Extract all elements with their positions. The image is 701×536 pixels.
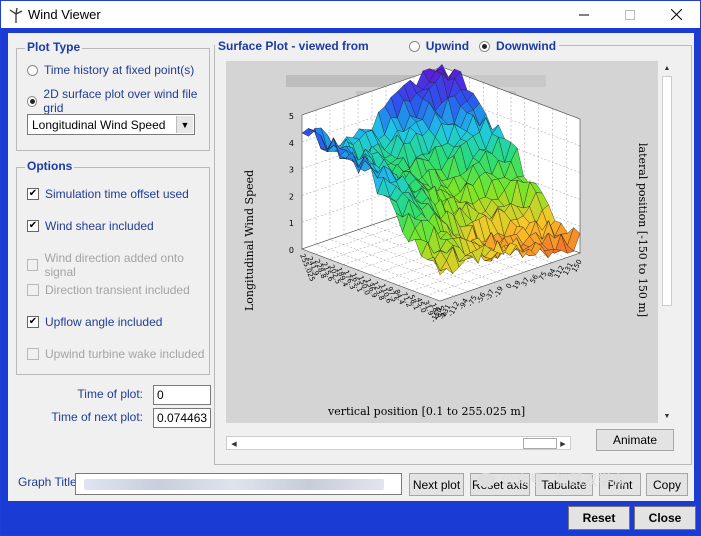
radio-downwind-indicator[interactable]	[479, 40, 491, 52]
z-tick-label: 5	[289, 112, 294, 121]
time-of-next-plot-label: Time of next plot:	[51, 410, 143, 424]
time-of-plot-label: Time of plot:	[77, 387, 143, 401]
check-direction-transient-label: Direction transient included	[45, 283, 190, 297]
reset-button[interactable]: Reset	[568, 506, 630, 530]
check-direction-transient-box	[27, 284, 39, 296]
horizontal-scroll-track[interactable]	[241, 439, 521, 448]
z-axis-label: Longitudinal Wind Speed	[243, 170, 256, 311]
scroll-up-icon[interactable]: ▲	[660, 61, 674, 75]
check-turbine-wake-box	[27, 348, 39, 360]
check-upflow-angle-label: Upflow angle included	[45, 315, 163, 329]
radio-upwind-indicator[interactable]	[408, 40, 420, 52]
title-bar: Wind Viewer	[1, 1, 700, 28]
vertical-scrollbar[interactable]: ▲ ▼	[660, 61, 674, 423]
radio-time-history[interactable]: Time history at fixed point(s)	[27, 63, 194, 77]
radio-time-history-label: Time history at fixed point(s)	[44, 63, 195, 77]
maximize-icon	[625, 9, 635, 20]
options-title: Options	[25, 159, 75, 173]
graph-title-redacted	[84, 479, 384, 490]
radio-surface-plot[interactable]: 2D surface plot over wind file grid	[27, 87, 209, 115]
time-of-next-plot-field[interactable]: 0.074463	[153, 408, 211, 428]
horizontal-scrollbar[interactable]: ◀ ▶	[226, 436, 571, 450]
y-tick-label: -19	[493, 285, 505, 299]
check-turbine-wake-label: Upwind turbine wake included	[45, 347, 205, 361]
minimize-icon	[579, 14, 589, 15]
scroll-left-icon[interactable]: ◀	[227, 437, 241, 451]
copy-button[interactable]: Copy	[646, 473, 688, 496]
plot-type-title: Plot Type	[25, 40, 83, 54]
client-area: Plot Type Time history at fixed point(s)…	[8, 33, 694, 501]
animate-button[interactable]: Animate	[596, 429, 674, 451]
check-upflow-angle-box: ✔	[27, 316, 39, 328]
scroll-down-icon[interactable]: ▼	[660, 409, 674, 423]
check-direction-transient[interactable]: Direction transient included	[27, 283, 190, 297]
z-tick-label: 4	[289, 139, 294, 148]
surface-plot-header: Surface Plot - viewed from Upwind Downwi…	[215, 38, 560, 54]
chevron-down-icon[interactable]: ▼	[176, 116, 193, 133]
z-axis-ticks: 0 1 2 3 4 5	[289, 112, 294, 255]
radio-downwind-label[interactable]: Downwind	[496, 39, 556, 53]
z-tick-label: 3	[289, 166, 294, 175]
maximize-button[interactable]	[607, 1, 653, 28]
y-axis-label: lateral position [-150 to 150 m]	[636, 143, 649, 317]
radio-surface-plot-label: 2D surface plot over wind file grid	[43, 87, 198, 115]
check-upflow-angle[interactable]: ✔ Upflow angle included	[27, 315, 162, 329]
quantity-select[interactable]: Longitudinal Wind Speed ▼	[27, 114, 195, 135]
time-of-plot-field[interactable]: 0	[153, 385, 211, 405]
plot-type-group: Plot Type Time history at fixed point(s)…	[16, 40, 210, 151]
check-time-offset-box: ✔	[27, 188, 39, 200]
wind-turbine-icon	[9, 7, 23, 23]
radio-surface-plot-indicator	[27, 95, 38, 107]
surface-plot-svg: 012345 255.025241.9228.8215.6202.5189.41…	[243, 64, 649, 418]
check-turbine-wake[interactable]: Upwind turbine wake included	[27, 347, 204, 361]
surface-plot-canvas[interactable]: 012345 255.025 241.9 228.8 215.6 202.5 189.4 1…	[226, 61, 658, 423]
check-time-offset[interactable]: ✔ Simulation time offset used	[27, 187, 189, 201]
graph-title-label: Graph Title	[18, 475, 77, 489]
z-tick-label: 0	[289, 246, 294, 255]
close-button[interactable]: Close	[634, 506, 696, 530]
check-wind-direction[interactable]: Wind direction added onto signal	[27, 251, 209, 279]
z-tick-label: 1	[289, 219, 294, 228]
radio-time-history-indicator	[27, 64, 38, 76]
options-group: Options ✔ Simulation time offset used ✔ …	[16, 159, 210, 375]
vertical-scroll-thumb[interactable]	[662, 76, 672, 306]
wechat-icon	[477, 473, 495, 487]
check-wind-shear-label: Wind shear included	[45, 219, 154, 233]
check-wind-direction-label: Wind direction added onto signal	[44, 251, 184, 279]
radio-upwind-label[interactable]: Upwind	[426, 39, 469, 53]
check-wind-shear[interactable]: ✔ Wind shear included	[27, 219, 154, 233]
x-axis-label: vertical position [0.1 to 255.025 m]	[327, 405, 525, 418]
check-wind-shear-box: ✔	[27, 220, 39, 232]
surface-plot-title: Surface Plot - viewed from	[218, 39, 369, 53]
horizontal-scroll-thumb[interactable]	[523, 438, 557, 449]
app-window: Wind Viewer Plot Type Time history at fi…	[0, 0, 701, 536]
quantity-select-value: Longitudinal Wind Speed	[32, 118, 166, 132]
y-tick-label: 150	[570, 258, 583, 274]
scroll-right-icon[interactable]: ▶	[556, 437, 570, 451]
close-window-button[interactable]	[653, 1, 699, 28]
graph-title-input[interactable]	[75, 473, 402, 495]
window-title: Wind Viewer	[28, 7, 101, 22]
check-wind-direction-box	[27, 259, 39, 271]
z-tick-label: 2	[289, 192, 294, 201]
next-plot-button[interactable]: Next plot	[409, 473, 464, 496]
close-icon	[670, 9, 682, 20]
watermark: 公众号 · 智慧双学商	[477, 470, 625, 490]
watermark-text: 公众号 · 智慧双学商	[501, 472, 626, 488]
minimize-button[interactable]	[561, 1, 607, 28]
check-time-offset-label: Simulation time offset used	[45, 187, 189, 201]
